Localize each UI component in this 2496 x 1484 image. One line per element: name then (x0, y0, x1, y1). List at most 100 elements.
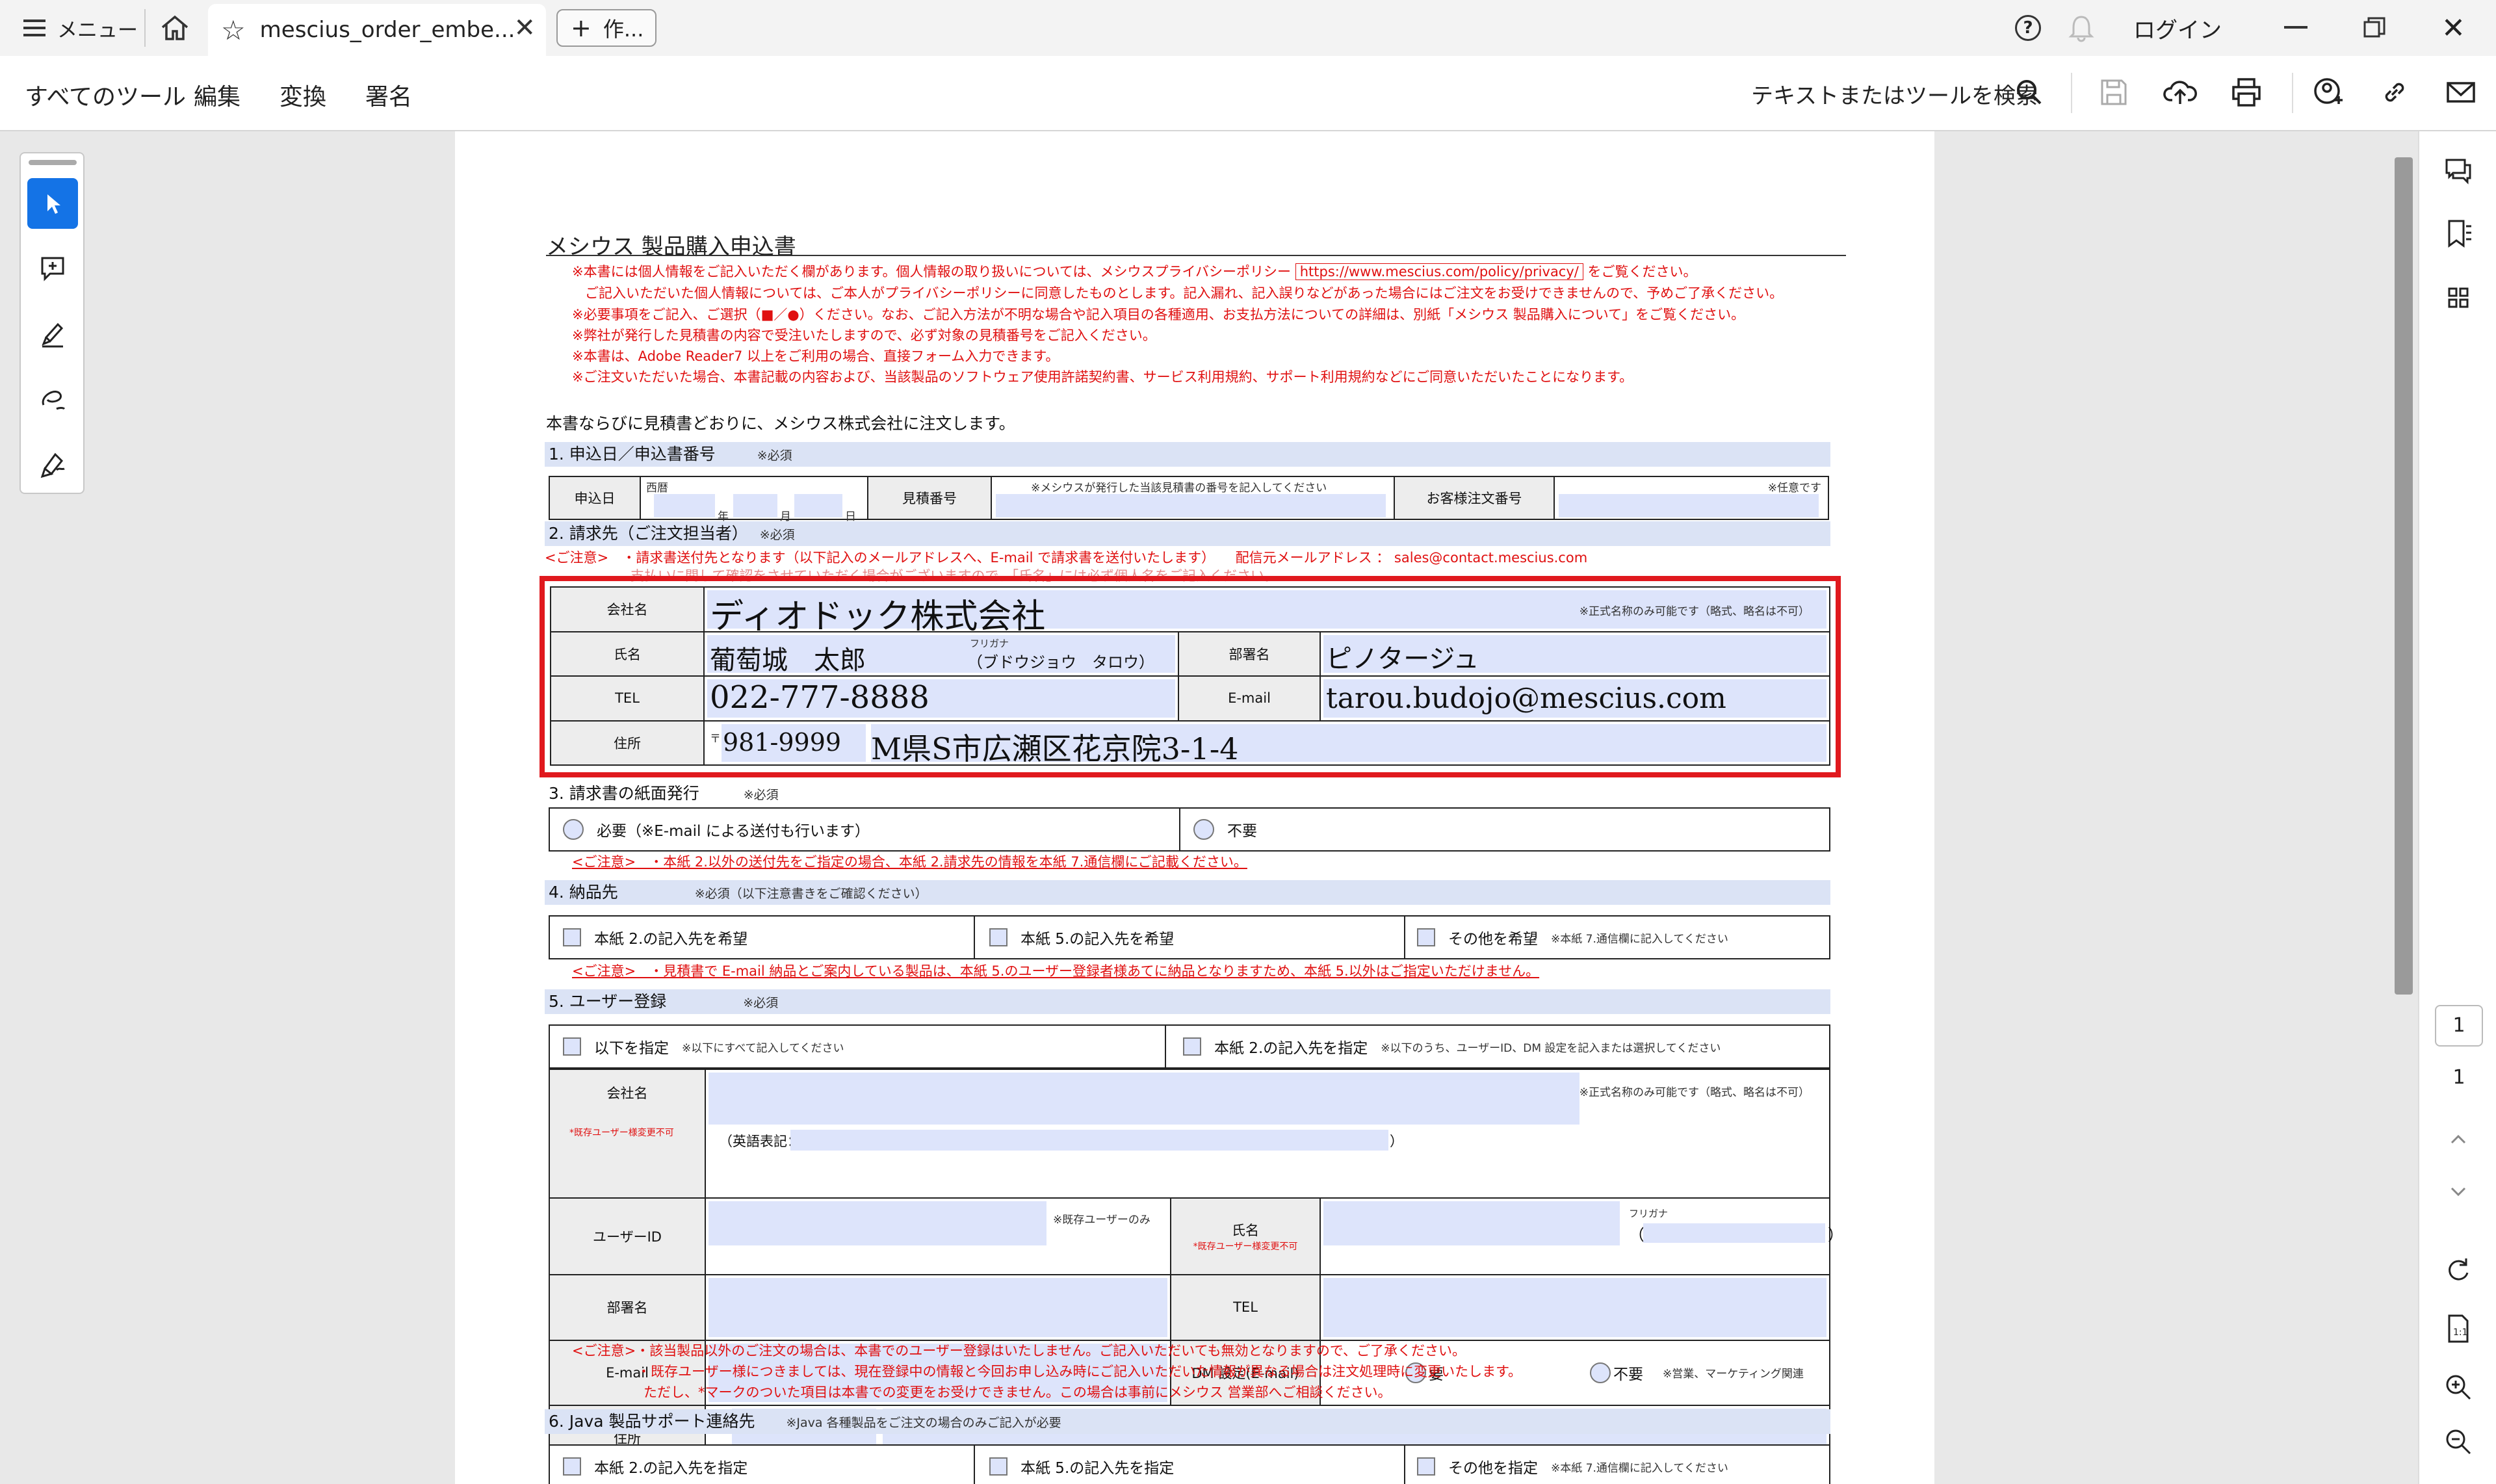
checkbox[interactable] (989, 928, 1008, 946)
menu-sign[interactable]: 署名 (365, 78, 412, 112)
bookmark-icon[interactable] (2441, 217, 2475, 251)
delivery-option-other[interactable]: その他を希望 ※本紙 7.通信欄に記入してください (1417, 917, 1728, 958)
section-title: 1. 申込日／申込書番号 (549, 445, 716, 463)
day-input[interactable] (794, 494, 842, 517)
fit-page-icon[interactable]: 1:1 (2441, 1312, 2475, 1346)
invoice-not-required-option[interactable]: 不要 (1193, 809, 1257, 850)
java-support-option-row: 本紙 2.の記入先を指定 本紙 5.の記入先を指定 その他を指定 ※本紙 7.通… (549, 1444, 1830, 1484)
delivery-option-row: 本紙 2.の記入先を希望 本紙 5.の記入先を希望 その他を希望 ※本紙 7.通… (549, 915, 1830, 959)
vertical-scrollbar[interactable] (2395, 157, 2413, 995)
delivery-option-sec2[interactable]: 本紙 2.の記入先を希望 (563, 917, 748, 958)
menu-convert[interactable]: 変換 (280, 78, 326, 112)
section-title: 5. ユーザー登録 (549, 992, 667, 1011)
minimize-icon[interactable] (2284, 26, 2308, 29)
user-option-sec2[interactable]: 本紙 2.の記入先を指定 ※以下のうち、ユーザーID、DM 設定を記入または選択… (1183, 1026, 1721, 1067)
home-icon[interactable] (159, 13, 191, 43)
new-tab-button[interactable]: + 作... (556, 9, 656, 47)
delivery-option-sec5[interactable]: 本紙 5.の記入先を希望 (989, 917, 1174, 958)
help-icon[interactable]: ? (2015, 15, 2041, 41)
checkbox[interactable] (1417, 1457, 1435, 1476)
u-userid-input[interactable] (708, 1201, 1046, 1245)
sign-tool-button[interactable] (27, 438, 78, 489)
menu-label: メニュー (57, 18, 138, 42)
application-table: 申込日 西暦 年 月 日 見積番号 ※メシウスが発行した当該見積書の番号を記入し… (549, 476, 1829, 523)
option-label: 必要（※E-mail による送付も行います） (597, 823, 870, 840)
window-close-icon[interactable]: ✕ (2441, 12, 2465, 45)
zoom-in-icon[interactable] (2441, 1370, 2475, 1404)
month-input[interactable] (733, 494, 777, 517)
menu-edit[interactable]: 編集 (194, 78, 240, 112)
user-option-specify[interactable]: 以下を指定 ※以下にすべて記入してください (563, 1026, 844, 1067)
document-tab[interactable]: ☆ mescius_order_embe... ✕ (208, 4, 546, 56)
section-3-header: 3. 請求書の紙面発行 ※必須 (545, 781, 1830, 806)
u-userid-label: ユーザーID (549, 1197, 706, 1276)
required-note: ※必須 (743, 788, 779, 802)
u-company-cell: ※正式名称のみ可能です（略式、略名は不可） （英語表記： ） (705, 1069, 1830, 1199)
section-6-header: 6. Java 製品サポート連絡先 ※Java 各種製品をご注文の場合のみご記入… (545, 1409, 1830, 1434)
label-text: 氏名 (1232, 1223, 1259, 1239)
option-label: 本紙 5.の記入先を指定 (1020, 1460, 1175, 1477)
java-option-sec2[interactable]: 本紙 2.の記入先を指定 (563, 1446, 748, 1484)
link-icon[interactable] (2376, 74, 2413, 111)
userid-hint: ※既存ユーザーのみ (1053, 1213, 1150, 1227)
hamburger-icon (23, 20, 46, 36)
quote-number-input[interactable] (996, 494, 1386, 517)
current-page-input[interactable]: 1 (2435, 1005, 2483, 1047)
order-number-input[interactable] (1559, 494, 1819, 517)
select-tool-button[interactable] (27, 178, 78, 229)
comments-icon[interactable] (2441, 155, 2475, 189)
notification-bell-icon[interactable] (2067, 13, 2096, 43)
thumbnails-grid-icon[interactable] (2441, 281, 2475, 315)
checkbox[interactable] (563, 928, 581, 946)
checkbox[interactable] (563, 1037, 581, 1056)
menu-button[interactable]: メニュー (23, 12, 138, 44)
radio-button[interactable] (1193, 819, 1214, 840)
notice-line: ※本書は、Adobe Reader7 以上をご利用の場合、直接フォーム入力できま… (572, 348, 1060, 364)
share-user-icon[interactable] (2310, 74, 2346, 111)
u-company-english-input[interactable] (790, 1130, 1388, 1151)
add-comment-button[interactable] (27, 243, 78, 294)
privacy-link[interactable]: https://www.mescius.com/policy/privacy/ (1295, 263, 1583, 280)
year-input[interactable] (654, 494, 715, 517)
u-tel-input[interactable] (1323, 1278, 1826, 1337)
upload-cloud-icon[interactable] (2162, 74, 2198, 111)
java-option-sec5[interactable]: 本紙 5.の記入先を指定 (989, 1446, 1174, 1484)
tool-search-label[interactable]: テキストまたはツールを検索 (1751, 78, 2038, 110)
search-icon[interactable] (2011, 74, 2048, 111)
u-dept-input[interactable] (708, 1278, 1167, 1337)
pdf-page: メシウス 製品購入申込書 ※本書には個人情報をご記入いただく欄があります。個人情… (455, 131, 1934, 1484)
u-name-input[interactable] (1323, 1201, 1620, 1245)
java-option-other[interactable]: その他を指定 ※本紙 7.通信欄に記入してください (1417, 1446, 1728, 1484)
checkbox[interactable] (1417, 928, 1435, 946)
divider (144, 9, 146, 47)
login-button[interactable]: ログイン (2133, 12, 2222, 44)
invoice-required-option[interactable]: 必要（※E-mail による送付も行います） (563, 809, 870, 850)
drag-handle[interactable] (29, 160, 77, 165)
dm-no-option[interactable]: 不要 ※営業、マーケティング関連 (1590, 1341, 1804, 1405)
chevron-up-icon[interactable] (2441, 1123, 2475, 1157)
print-icon[interactable] (2228, 74, 2265, 111)
checkbox[interactable] (989, 1457, 1008, 1476)
divider (1404, 1446, 1405, 1484)
email-icon[interactable] (2443, 74, 2479, 111)
u-company-input[interactable] (708, 1073, 1580, 1125)
checkbox[interactable] (563, 1457, 581, 1476)
menu-all-tools[interactable]: すべてのツール (25, 78, 186, 112)
rotate-icon[interactable] (2441, 1253, 2475, 1287)
radio-button[interactable] (563, 819, 584, 840)
save-icon[interactable] (2096, 74, 2132, 111)
radio-button[interactable] (1590, 1362, 1611, 1383)
u-furigana-input[interactable] (1643, 1223, 1825, 1243)
chevron-down-icon[interactable] (2441, 1174, 2475, 1208)
draw-tool-button[interactable] (27, 373, 78, 424)
option-label: 本紙 2.の記入先を希望 (594, 931, 748, 948)
option-label: 不要 (1613, 1366, 1643, 1383)
highlight-tool-button[interactable] (27, 308, 78, 359)
existing-user-note: *既存ユーザー様変更不可 (1193, 1242, 1298, 1253)
star-icon[interactable]: ☆ (221, 14, 246, 46)
checkbox[interactable] (1183, 1037, 1201, 1056)
restore-icon[interactable] (2362, 16, 2387, 40)
close-tab-icon[interactable]: ✕ (514, 13, 536, 43)
zoom-out-icon[interactable] (2441, 1425, 2475, 1459)
u-name-cell: フリガナ （ ） (1320, 1197, 1843, 1276)
